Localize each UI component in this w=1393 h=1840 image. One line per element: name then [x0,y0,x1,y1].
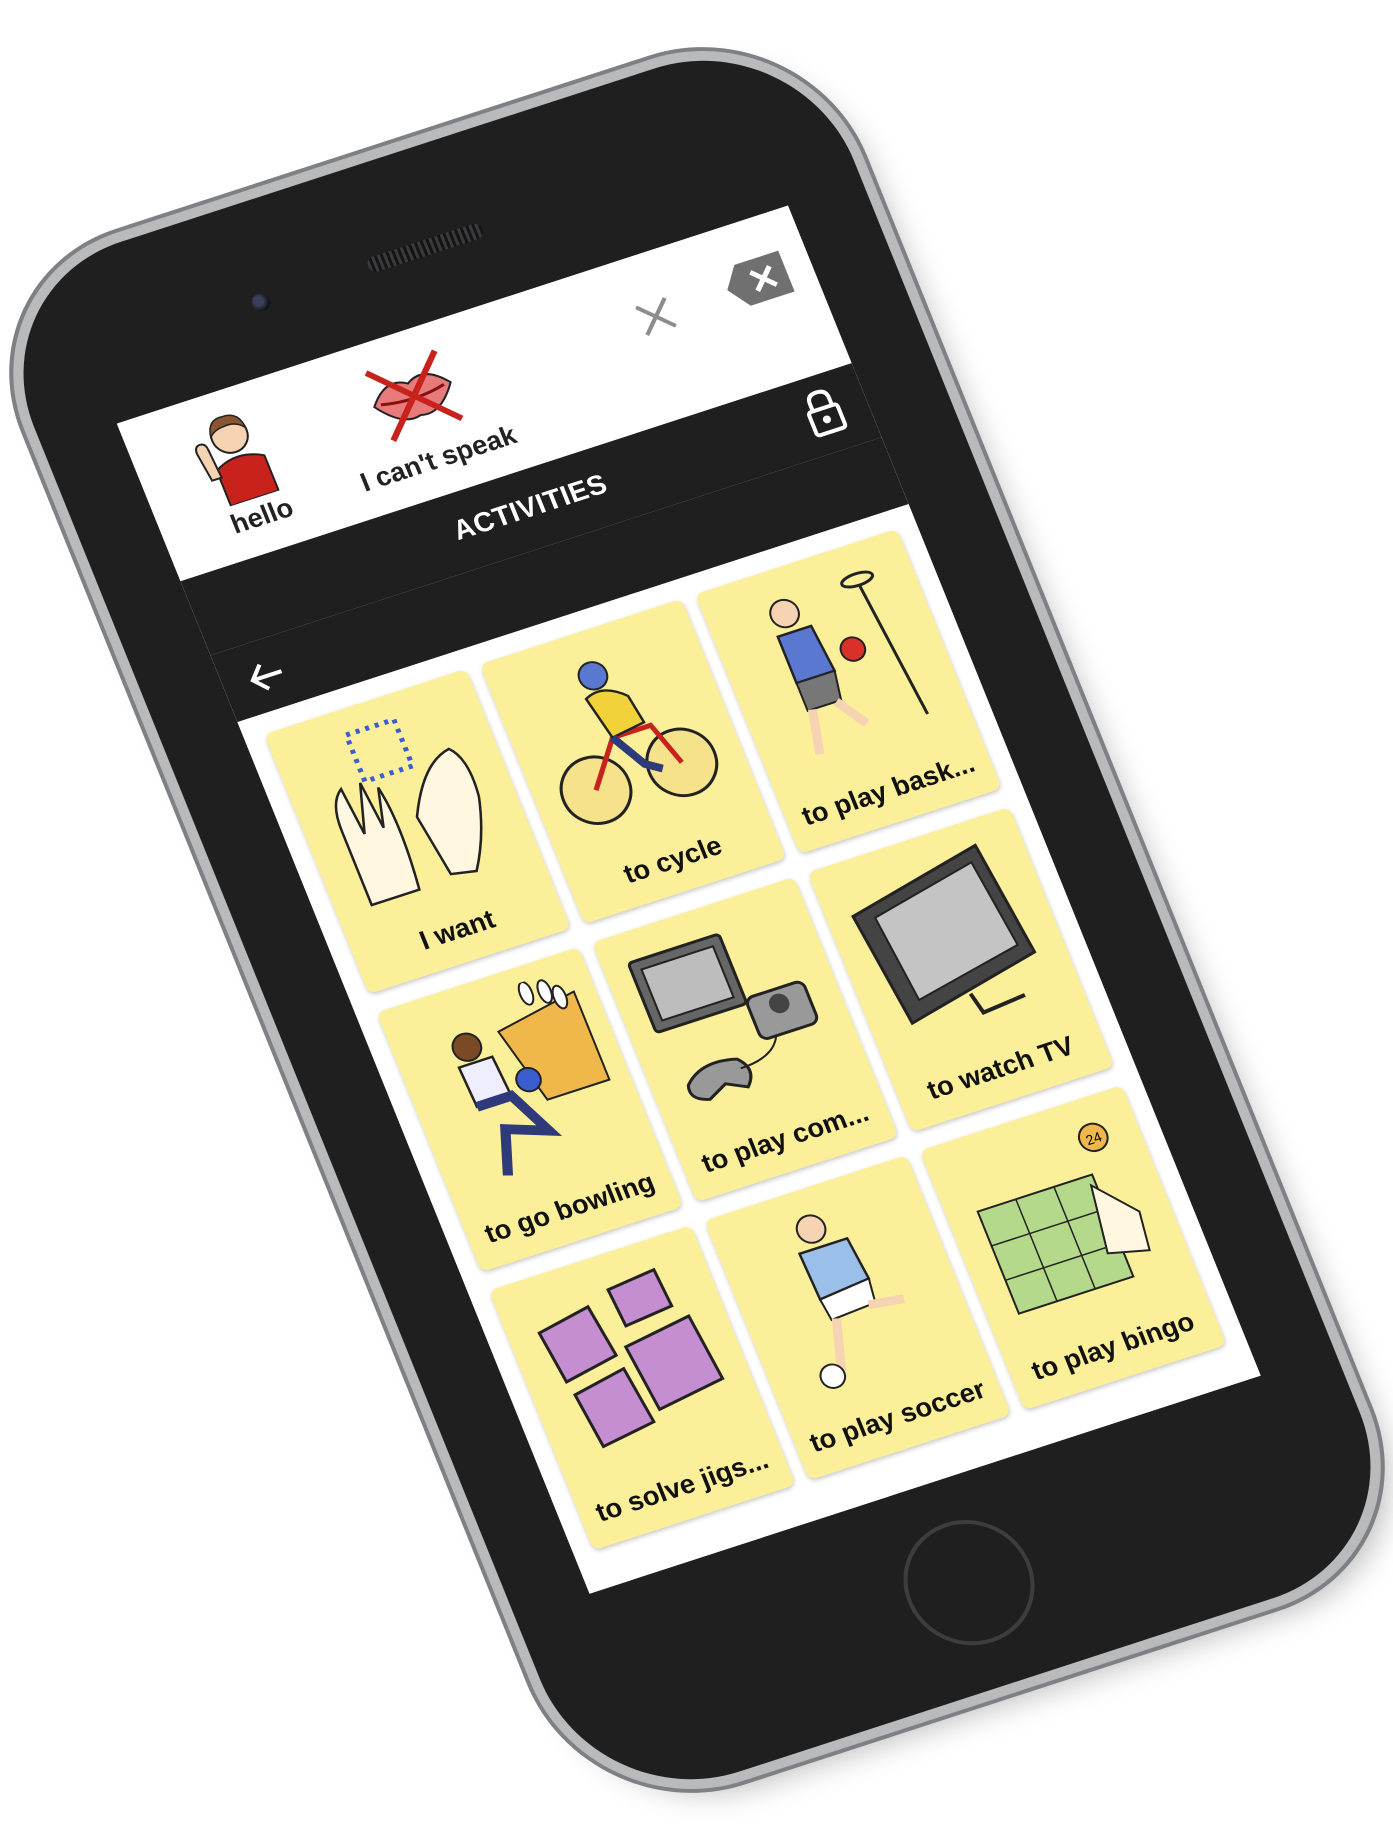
back-button[interactable] [237,647,298,704]
bowling-icon [398,967,641,1199]
phone-mockup: hello I can't speak ACTIVITIES I want to… [0,0,1393,1840]
cyclist-icon [501,619,744,851]
arrow-left-icon [250,663,283,691]
phone: hello I can't speak ACTIVITIES I want to… [0,21,1393,1819]
bingo-card-icon: 24 [941,1105,1184,1337]
backspace-icon [727,250,795,306]
game-console-icon [613,897,856,1129]
backspace-button[interactable] [714,246,800,316]
hands-want-icon [285,689,528,921]
soccer-player-icon [725,1175,968,1407]
close-icon [635,297,677,337]
tv-icon [829,827,1072,1059]
jigsaw-puzzle-icon [510,1245,753,1477]
basketball-player-icon [716,549,959,781]
clear-button[interactable] [623,286,689,348]
